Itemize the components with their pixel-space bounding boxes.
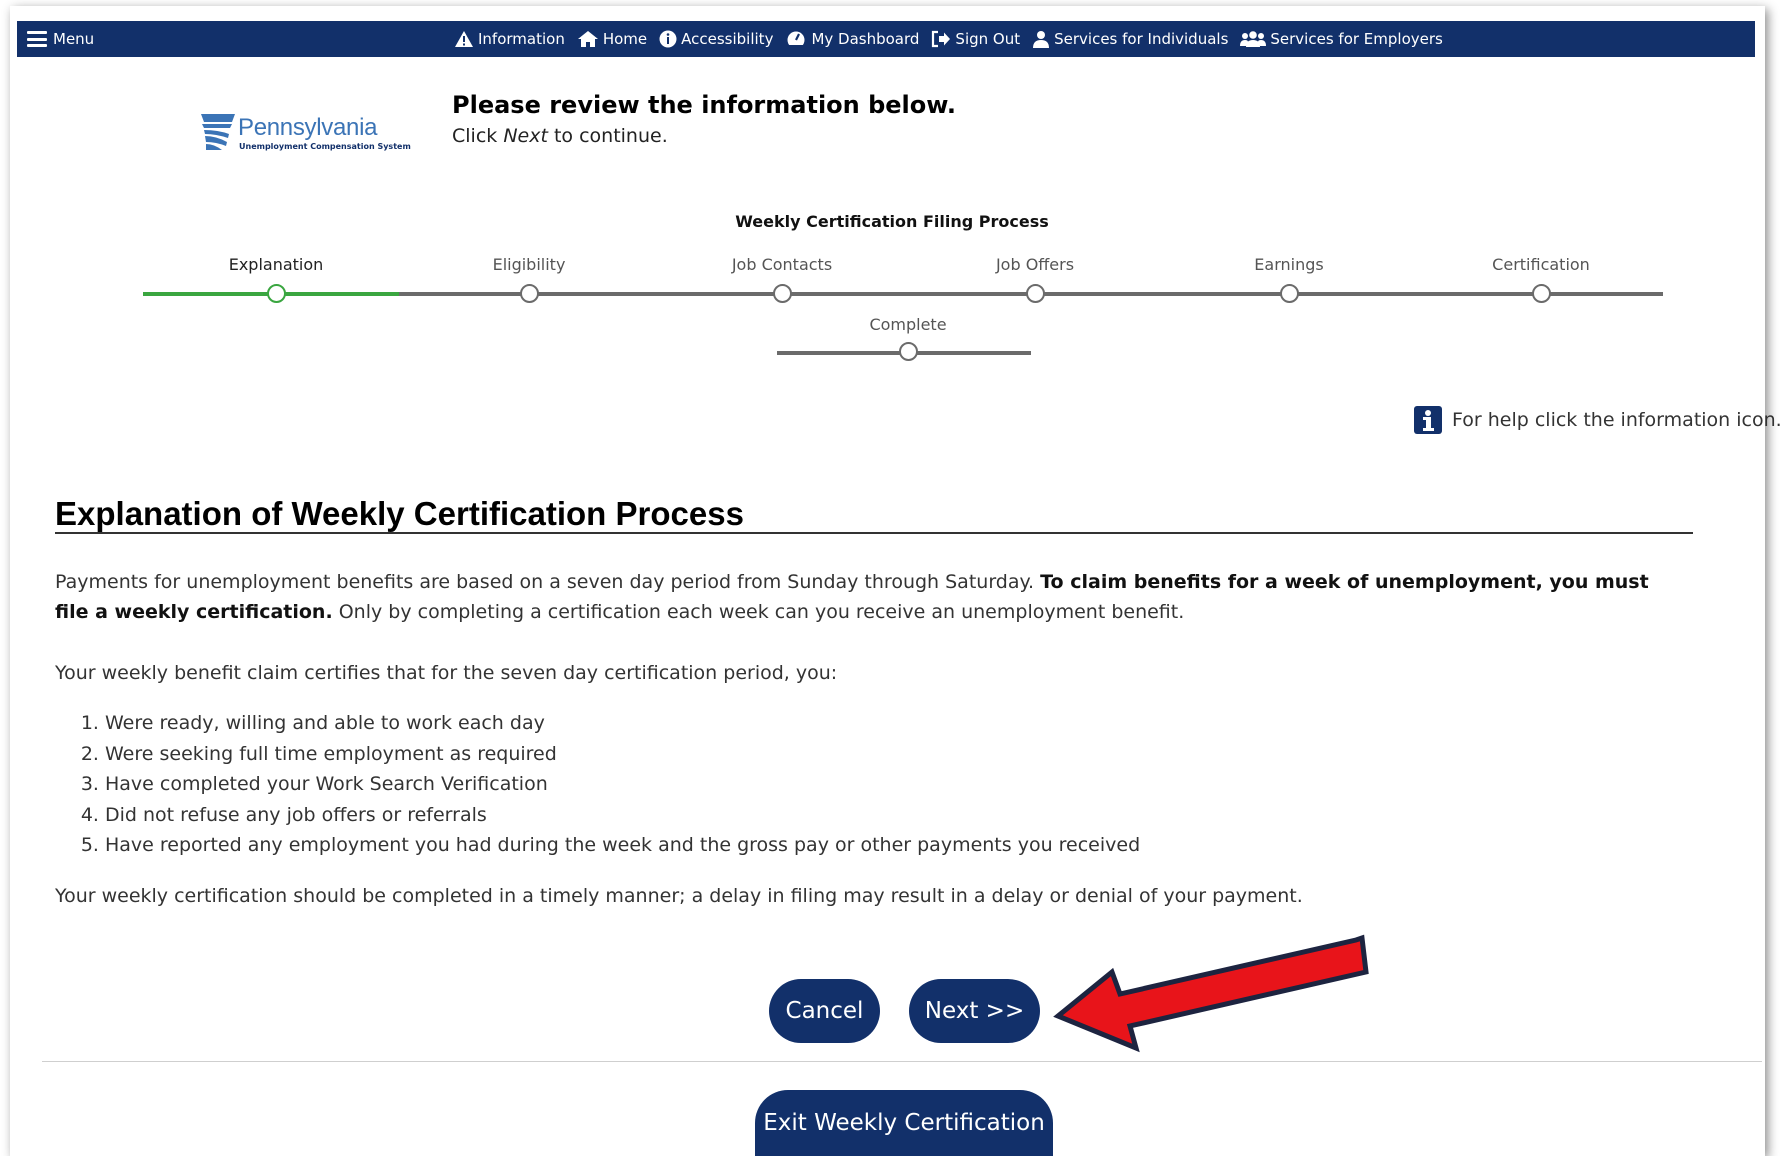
step-label: Job Offers (995, 255, 1075, 274)
step-certification: Certification (1461, 255, 1621, 303)
help-hint: For help click the information icon. (1414, 406, 1782, 434)
step-complete: Complete (828, 315, 988, 361)
logo-wordmark: Pennsylvania (238, 114, 378, 141)
step-label: Earnings (1254, 255, 1324, 274)
sign-out-icon (932, 30, 951, 48)
help-text: For help click the information icon. (1452, 409, 1782, 431)
page-instruction: Click Next to continue. (452, 125, 668, 147)
footer-divider (42, 1061, 1762, 1062)
step-job-contacts: Job Contacts (702, 255, 862, 303)
section-title: Explanation of Weekly Certification Proc… (55, 495, 744, 532)
dashboard-gauge-icon (787, 31, 805, 48)
home-icon (577, 31, 598, 47)
step-label: Complete (869, 315, 947, 334)
nav-item-label: Services for Individuals (1054, 30, 1229, 48)
cancel-button[interactable]: Cancel (769, 979, 880, 1043)
nav-item-information[interactable]: Information (454, 30, 565, 48)
paragraph-certifies: Your weekly benefit claim certifies that… (55, 662, 838, 684)
top-nav-bar: Menu Information Home Accessibility My D… (17, 21, 1755, 57)
page-title: Please review the information below. (452, 91, 957, 119)
nav-links: Information Home Accessibility My Dashbo… (454, 21, 1443, 57)
step-marker (1532, 284, 1551, 303)
step-label: Job Contacts (731, 255, 833, 274)
pennsylvania-logo: Pennsylvania Unemployment Compensation S… (198, 108, 428, 158)
step-label: Eligibility (492, 255, 566, 274)
nav-item-label: My Dashboard (811, 30, 920, 48)
nav-item-label: Accessibility (681, 30, 774, 48)
logo-subtitle: Unemployment Compensation System (239, 142, 411, 151)
information-icon[interactable] (1414, 406, 1442, 434)
step-label: Certification (1492, 255, 1590, 274)
next-emphasis: Next (503, 125, 548, 147)
red-arrow-annotation-icon (1053, 934, 1369, 1053)
hamburger-icon (27, 31, 47, 47)
list-item: Did not refuse any job offers or referra… (105, 800, 1140, 831)
info-glyph-icon (1423, 410, 1434, 431)
info-circle-icon (659, 30, 677, 48)
warning-triangle-icon (455, 31, 473, 47)
list-item: Have completed your Work Search Verifica… (105, 769, 1140, 800)
menu-button[interactable]: Menu (27, 25, 94, 53)
group-icon (1240, 31, 1267, 47)
nav-item-accessibility[interactable]: Accessibility (659, 30, 773, 48)
nav-item-services-individuals[interactable]: Services for Individuals (1032, 30, 1228, 48)
step-explanation: Explanation (196, 255, 356, 303)
step-eligibility: Eligibility (449, 255, 609, 303)
list-item: Have reported any employment you had dur… (105, 830, 1140, 861)
step-marker (520, 284, 539, 303)
step-marker (1026, 284, 1045, 303)
step-marker (899, 342, 918, 361)
list-item: Were seeking full time employment as req… (105, 739, 1140, 770)
list-item: Were ready, willing and able to work eac… (105, 708, 1140, 739)
nav-item-label: Services for Employers (1270, 30, 1443, 48)
step-job-offers: Job Offers (955, 255, 1115, 303)
step-earnings: Earnings (1209, 255, 1369, 303)
step-marker (1280, 284, 1299, 303)
exit-weekly-certification-button[interactable]: Exit Weekly Certification (755, 1090, 1053, 1156)
nav-item-sign-out[interactable]: Sign Out (931, 30, 1020, 48)
person-icon (1033, 31, 1050, 48)
nav-item-services-employers[interactable]: Services for Employers (1240, 30, 1443, 48)
pa-keystone-logo-icon (201, 114, 235, 150)
stepper-title: Weekly Certification Filing Process (735, 212, 1049, 231)
paragraph-payments: Payments for unemployment benefits are b… (55, 571, 1649, 623)
nav-item-my-dashboard[interactable]: My Dashboard (785, 30, 919, 48)
nav-item-home[interactable]: Home (577, 30, 647, 48)
nav-item-label: Home (602, 30, 648, 48)
paragraph-timely: Your weekly certification should be comp… (55, 885, 1303, 907)
next-button[interactable]: Next >> (909, 979, 1040, 1043)
step-marker-active (267, 284, 286, 303)
step-label: Explanation (228, 255, 324, 274)
section-divider (55, 532, 1693, 534)
step-marker (773, 284, 792, 303)
requirements-list: Were ready, willing and able to work eac… (55, 708, 1140, 861)
nav-item-label: Information (478, 30, 565, 48)
nav-item-label: Sign Out (955, 30, 1021, 48)
menu-label: Menu (53, 30, 95, 48)
